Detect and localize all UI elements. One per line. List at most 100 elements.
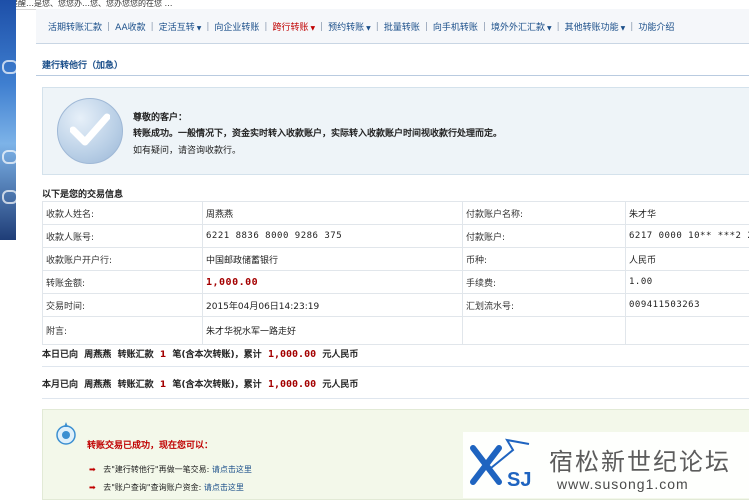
forum-watermark: SJ 宿松新世纪论坛 www.susong1.com [463, 432, 749, 498]
red-arrow-icon: ➡ [89, 465, 96, 474]
memo-label: 附言: [43, 317, 203, 345]
nav-separator: | [630, 22, 633, 32]
table-row: 交易时间: 2015年04月06日14:23:19 汇划流水号: 0094115… [43, 294, 749, 317]
nav-item-to-enterprise[interactable]: 向企业转账 [214, 20, 259, 33]
summary-divider [42, 398, 749, 399]
summary-suffix: 元人民币 [322, 380, 358, 390]
next-step-item: ➡ 去"建行转他行"再做一笔交易: 请点击这里 [89, 464, 252, 475]
summary-name: 周燕燕 [84, 380, 111, 390]
today-summary: 本日已向 周燕燕 转账汇款 1 笔(含本次转账)，累计 1,000.00 元人民… [42, 347, 358, 360]
main-content: 活期转账汇款 | AA收款 | 定活互转▼ | 向企业转账 | 跨行转账▼ | … [36, 9, 749, 498]
summary-prefix: 本月已向 [42, 380, 78, 390]
click-here-link[interactable]: 请点击这里 [212, 465, 252, 474]
nav-item-fixed-current[interactable]: 定活互转▼ [159, 20, 202, 33]
caret-down-icon: ▼ [197, 25, 202, 32]
nav-item-scheduled[interactable]: 预约转账▼ [328, 20, 371, 33]
top-strip-text: …提醒…是您、您您办…您、您办您您的在您 … [2, 0, 173, 9]
nav-item-label: 其他转账功能 [565, 23, 619, 33]
serial-value: 009411503263 [626, 294, 749, 317]
table-row: 收款人账号: 6221 8836 8000 9286 375 付款账户: 621… [43, 225, 749, 248]
greeting-text: 尊敬的客户： [133, 110, 187, 123]
watermark-title: 宿松新世纪论坛 [549, 442, 731, 477]
nav-separator: | [206, 22, 209, 32]
payee-name-value: 周燕燕 [203, 202, 463, 225]
nav-item-label: 跨行转账 [272, 23, 308, 33]
memo-value: 朱才华祝水军一路走好 [203, 317, 463, 345]
nav-item-label: 境外外汇汇款 [491, 23, 545, 33]
nav-item-intro[interactable]: 功能介绍 [638, 20, 674, 33]
summary-prefix: 本日已向 [42, 350, 78, 360]
payee-bank-label: 收款账户开户行: [43, 248, 203, 271]
payer-name-label: 付款账户名称: [463, 202, 626, 225]
next-step-text: 去"建行转他行"再做一笔交易: [103, 465, 209, 474]
nav-items: 活期转账汇款 | AA收款 | 定活互转▼ | 向企业转账 | 跨行转账▼ | … [48, 20, 674, 33]
serial-label: 汇划流水号: [463, 294, 626, 317]
nav-item-overseas[interactable]: 境外外汇汇款▼ [491, 20, 552, 33]
nav-item-current-transfer[interactable]: 活期转账汇款 [48, 20, 102, 33]
empty-cell [626, 317, 749, 345]
table-row: 收款人姓名: 周燕燕 付款账户名称: 朱才华 [43, 202, 749, 225]
table-row: 附言: 朱才华祝水军一路走好 [43, 317, 749, 345]
time-value: 2015年04月06日14:23:19 [203, 294, 463, 317]
amount-value: 1,000.00 [206, 277, 258, 288]
nav-item-label: 预约转账 [328, 23, 364, 33]
month-summary: 本月已向 周燕燕 转账汇款 1 笔(含本次转账)，累计 1,000.00 元人民… [42, 377, 358, 390]
summary-after-count: 笔(含本次转账)，累计 [172, 380, 261, 390]
nav-separator: | [425, 22, 428, 32]
caret-down-icon: ▼ [621, 25, 626, 32]
fee-value: 1.00 [626, 271, 749, 294]
amount-label: 转账金额: [43, 271, 203, 294]
nav-separator: | [557, 22, 560, 32]
click-here-link[interactable]: 请点击这里 [204, 483, 244, 492]
nav-item-interbank[interactable]: 跨行转账▼ [272, 20, 315, 33]
payer-account-label: 付款账户: [463, 225, 626, 248]
red-arrow-icon: ➡ [89, 483, 96, 492]
banner-shape [2, 60, 18, 74]
transfer-nav-bar: 活期转账汇款 | AA收款 | 定活互转▼ | 向企业转账 | 跨行转账▼ | … [36, 9, 749, 44]
summary-divider [42, 366, 749, 367]
nav-separator: | [376, 22, 379, 32]
payee-account-label: 收款人账号: [43, 225, 203, 248]
checkmark-icon [70, 113, 110, 147]
forum-logo-icon: SJ [469, 438, 539, 492]
summary-mid: 转账汇款 [118, 380, 154, 390]
currency-value: 人民币 [626, 248, 749, 271]
payee-account-value: 6221 8836 8000 9286 375 [203, 225, 463, 248]
page-title: 建行转他行（加急） [42, 58, 123, 71]
transaction-info-table: 收款人姓名: 周燕燕 付款账户名称: 朱才华 收款人账号: 6221 8836 … [42, 201, 749, 345]
next-step-item: ➡ 去"账户查询"查询账户资金: 请点击这里 [89, 482, 244, 493]
caret-down-icon: ▼ [366, 25, 371, 32]
success-check-icon [57, 98, 123, 164]
nav-item-to-mobile[interactable]: 向手机转账 [433, 20, 478, 33]
fee-label: 手续费: [463, 271, 626, 294]
mascot-star-icon [53, 420, 79, 446]
summary-suffix: 元人民币 [322, 350, 358, 360]
summary-mid: 转账汇款 [118, 350, 154, 360]
nav-item-batch[interactable]: 批量转账 [384, 20, 420, 33]
summary-amount: 1,000.00 [268, 379, 316, 390]
table-row: 收款账户开户行: 中国邮政储蓄银行 币种: 人民币 [43, 248, 749, 271]
next-step-text: 去"账户查询"查询账户资金: [103, 483, 201, 492]
amount-cell: 1,000.00 [203, 271, 463, 294]
success-detail: 一般情况下，资金实时转入收款账户，实际转入收款账户时间视收款行处理而定。 [178, 129, 502, 139]
success-bold: 转账成功。 [133, 129, 178, 139]
transaction-info-title: 以下是您的交易信息 [42, 187, 123, 200]
banner-shape [2, 190, 18, 204]
title-divider [36, 75, 749, 76]
next-steps-title: 转账交易已成功，现在您可以： [87, 438, 213, 451]
summary-name: 周燕燕 [84, 350, 111, 360]
summary-amount: 1,000.00 [268, 349, 316, 360]
nav-item-aa-collect[interactable]: AA收款 [115, 20, 146, 33]
success-text: 转账成功。一般情况下，资金实时转入收款账户，实际转入收款账户时间视收款行处理而定… [133, 126, 502, 139]
payee-name-label: 收款人姓名: [43, 202, 203, 225]
nav-item-label: 定活互转 [159, 23, 195, 33]
success-message-box: 尊敬的客户： 转账成功。一般情况下，资金实时转入收款账户，实际转入收款账户时间视… [42, 87, 749, 175]
caret-down-icon: ▼ [547, 25, 552, 32]
table-row: 转账金额: 1,000.00 手续费: 1.00 [43, 271, 749, 294]
payee-bank-value: 中国邮政储蓄银行 [203, 248, 463, 271]
nav-separator: | [107, 22, 110, 32]
summary-after-count: 笔(含本次转账)，累计 [172, 350, 261, 360]
nav-item-other-functions[interactable]: 其他转账功能▼ [565, 20, 626, 33]
banner-shape [2, 150, 18, 164]
left-decorative-banner [0, 0, 16, 240]
